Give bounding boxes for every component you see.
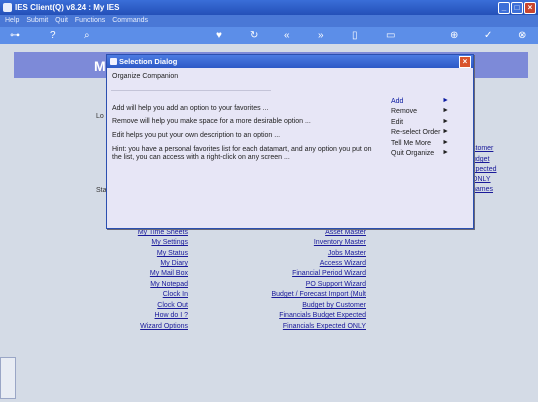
link-budget-forecast-import[interactable]: Budget / Forecast Import (Mult (271, 291, 366, 298)
link-po-support-wizard[interactable]: PO Support Wizard (306, 281, 366, 288)
check-icon[interactable]: ✓ (484, 30, 492, 41)
option-quit-organize[interactable]: Quit Organize ► (391, 149, 463, 157)
link-my-mail-box[interactable]: My Mail Box (150, 270, 188, 277)
option-tell-me-more[interactable]: Tell Me More ► (391, 139, 463, 147)
arrow-right-icon: ► (442, 128, 449, 135)
link-inventory-master[interactable]: Inventory Master (314, 239, 366, 246)
bookmark-icon[interactable]: ▯ (352, 30, 358, 41)
option-label: Quit Organize (391, 150, 435, 157)
maximize-button[interactable]: □ (511, 2, 523, 14)
link-asset-master[interactable]: Asset Master (325, 229, 366, 236)
link-clock-in[interactable]: Clock In (163, 291, 188, 298)
link-financials-budget-expected[interactable]: Financials Budget Expected (279, 312, 366, 319)
link-my-diary[interactable]: My Diary (160, 260, 188, 267)
side-label-sta: Sta (96, 187, 107, 194)
help-line-add: Add will help you add an option to your … (112, 105, 269, 112)
window-title: IES Client(Q) v8.24 : My IES (15, 3, 120, 12)
arrow-right-icon: ► (442, 139, 449, 146)
arrow-right-icon: ► (442, 97, 449, 104)
partial-link-expected[interactable]: xpected (472, 166, 497, 173)
dialog-close-button[interactable]: × (459, 56, 471, 68)
option-add[interactable]: Add ► (391, 97, 463, 105)
menu-bar: Help Submit Quit Functions Commands (0, 15, 538, 27)
key-icon[interactable]: ⊶ (10, 30, 20, 41)
add-icon[interactable]: ⊕ (450, 30, 458, 41)
menu-quit[interactable]: Quit (55, 15, 68, 27)
partial-link-customer[interactable]: stomer (472, 145, 493, 152)
dialog-title-bar: Selection Dialog × (107, 55, 473, 68)
menu-commands[interactable]: Commands (112, 15, 148, 27)
option-remove[interactable]: Remove ► (391, 107, 463, 115)
option-edit[interactable]: Edit ► (391, 118, 463, 126)
link-financials-expected-only[interactable]: Financials Expected ONLY (283, 323, 366, 330)
search-icon[interactable]: ⌕ (84, 30, 90, 41)
help-line-edit: Edit helps you put your own description … (112, 132, 281, 139)
option-label: Add (391, 98, 404, 105)
link-my-notepad[interactable]: My Notepad (150, 281, 188, 288)
selection-dialog: Selection Dialog × Organize Companion Ad… (106, 54, 474, 229)
option-label: Tell Me More (391, 140, 432, 147)
application-window: IES Client(Q) v8.24 : My IES _ □ × Help … (0, 0, 538, 402)
link-jobs-master[interactable]: Jobs Master (328, 250, 366, 257)
option-reselect-order[interactable]: Re-select Order ► (391, 128, 463, 136)
option-label: Remove (391, 108, 418, 115)
partial-link-names[interactable]: names (472, 186, 493, 193)
dialog-divider (111, 90, 271, 91)
heart-icon[interactable]: ♥ (216, 30, 222, 41)
close-icon[interactable]: ⊗ (518, 30, 526, 41)
band-letter: M (94, 58, 106, 74)
link-how-do-i[interactable]: How do I ? (155, 312, 188, 319)
minimize-button[interactable]: _ (498, 2, 510, 14)
dialog-icon (110, 58, 117, 65)
help-line-remove: Remove will help you make space for a mo… (112, 118, 311, 125)
help-line-hint: Hint: you have a personal favorites list… (112, 146, 372, 161)
link-my-status[interactable]: My Status (157, 250, 188, 257)
menu-functions[interactable]: Functions (75, 15, 105, 27)
menu-help[interactable]: Help (5, 15, 19, 27)
title-bar: IES Client(Q) v8.24 : My IES _ □ × (0, 0, 538, 15)
app-icon (3, 3, 12, 12)
rewind-icon[interactable]: « (284, 30, 290, 41)
arrow-right-icon: ► (442, 107, 449, 114)
dialog-title: Selection Dialog (119, 57, 178, 66)
link-access-wizard[interactable]: Access Wizard (320, 260, 366, 267)
partial-link-budget[interactable]: udget (472, 156, 490, 163)
link-clock-out[interactable]: Clock Out (157, 302, 188, 309)
toolbar: ⊶ ? ⌕ ♥ ↻ « » ▯ ▭ ⊕ ✓ ⊗ (0, 27, 538, 44)
side-label-lo: Lo (96, 113, 104, 120)
arrow-right-icon: ► (442, 118, 449, 125)
arrow-right-icon: ► (442, 149, 449, 156)
link-my-settings[interactable]: My Settings (151, 239, 188, 246)
link-my-time-sheets[interactable]: My Time Sheets (138, 229, 188, 236)
close-window-button[interactable]: × (524, 2, 536, 14)
link-budget-by-customer[interactable]: Budget by Customer (302, 302, 366, 309)
partial-link-only[interactable]: ONLY (472, 176, 491, 183)
side-panel-tab[interactable] (0, 357, 16, 399)
link-financial-period-wizard[interactable]: Financial Period Wizard (292, 270, 366, 277)
option-label: Re-select Order (391, 129, 441, 136)
print-icon[interactable]: ▭ (386, 30, 395, 41)
help-icon[interactable]: ? (50, 30, 56, 41)
option-label: Edit (391, 119, 404, 126)
dialog-subtitle: Organize Companion (112, 73, 179, 80)
link-wizard-options[interactable]: Wizard Options (140, 323, 188, 330)
menu-submit[interactable]: Submit (26, 15, 48, 27)
refresh-icon[interactable]: ↻ (250, 30, 258, 41)
forward-icon[interactable]: » (318, 30, 324, 41)
